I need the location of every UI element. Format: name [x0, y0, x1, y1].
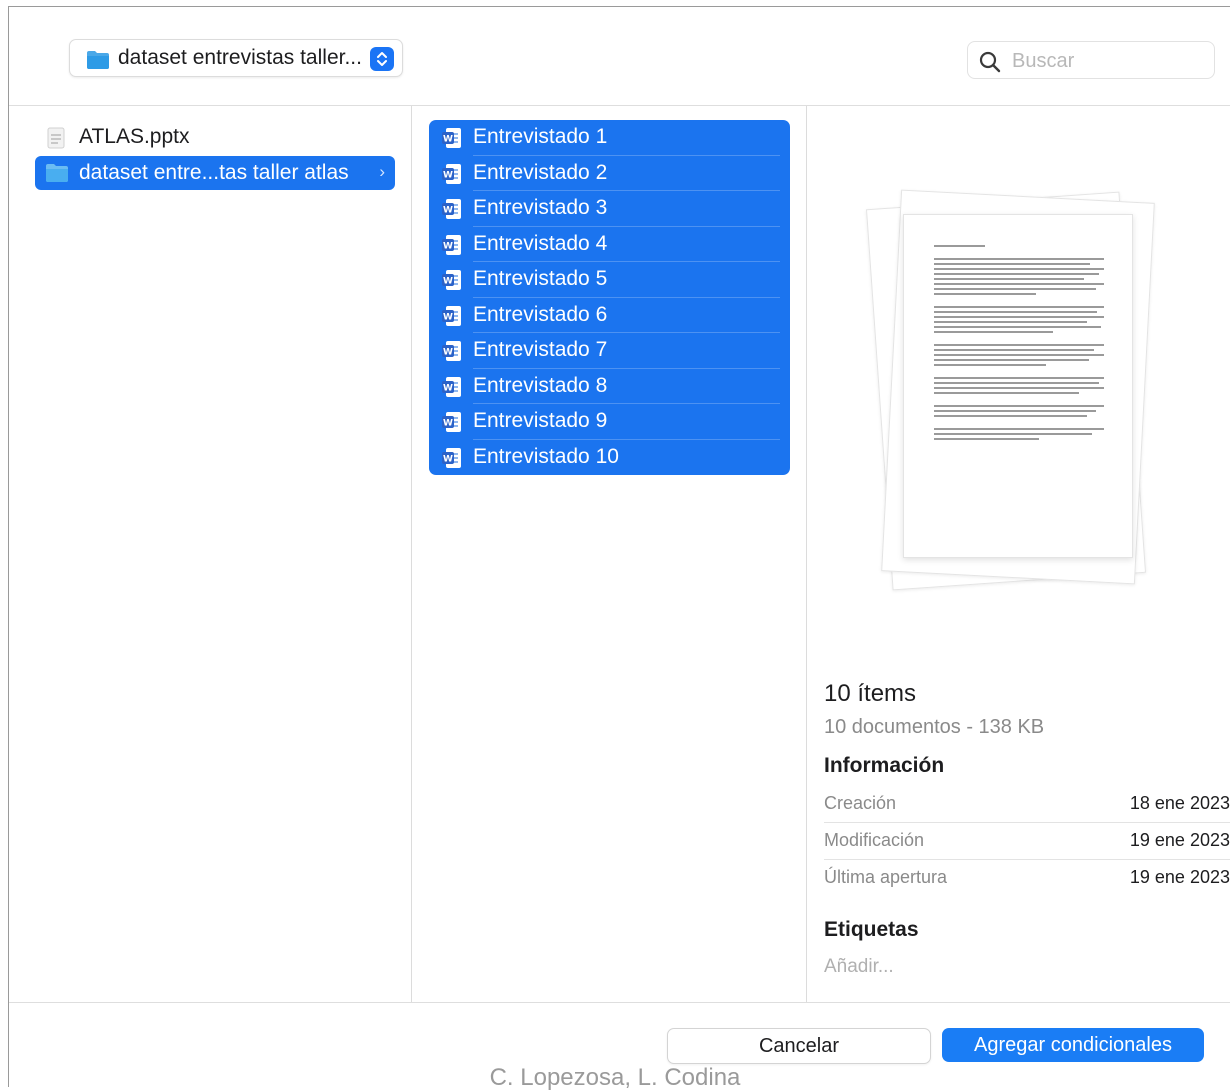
folder-location-label: dataset entrevistas taller... [118, 46, 362, 69]
file-row-label: Entrevistado 8 [473, 373, 608, 397]
svg-text:W: W [443, 135, 453, 145]
svg-text:W: W [443, 419, 453, 429]
file-row-label: Entrevistado 7 [473, 338, 608, 361]
word-doc-icon: W [441, 269, 463, 296]
preview-page-front [903, 214, 1133, 558]
file-row[interactable]: W Entrevistado 10 [429, 440, 790, 476]
info-heading: Información [824, 754, 945, 777]
list-item-label: dataset entre...tas taller atlas [79, 161, 349, 184]
file-row-label: Entrevistado 4 [473, 231, 608, 255]
search-icon [978, 50, 1002, 79]
file-row-label: Entrevistado 5 [473, 267, 608, 290]
file-row[interactable]: W Entrevistado 6 [429, 298, 790, 333]
file-row[interactable]: W Entrevistado 7 [429, 333, 790, 369]
svg-text:W: W [443, 312, 453, 322]
file-row-label: Entrevistado 1 [473, 125, 608, 148]
meta-key: Modificación [824, 830, 925, 850]
list-item-label: ATLAS.pptx [79, 125, 190, 148]
tags-heading: Etiquetas [824, 918, 919, 941]
files-column: W Entrevistado 1 W Entrevistado 2 W Entrevist… [412, 106, 807, 1002]
list-item-dataset-folder[interactable]: dataset entre...tas taller atlas › [35, 156, 395, 190]
meta-row-last-opened: Última apertura 19 ene 2023 [824, 860, 1230, 897]
file-row[interactable]: W Entrevistado 5 [429, 262, 790, 298]
word-doc-icon: W [441, 447, 463, 474]
file-row[interactable]: W Entrevistado 4 [429, 227, 790, 262]
folder-location-popup[interactable]: dataset entrevistas taller... [69, 39, 403, 77]
file-open-dialog: dataset entrevistas taller... Buscar ATL… [8, 6, 1230, 1087]
word-doc-icon: W [441, 234, 463, 261]
selected-files-group: W Entrevistado 1 W Entrevistado 2 W Entrevist… [429, 120, 790, 475]
folder-icon [86, 50, 110, 75]
meta-value: 18 ene 2023 [1129, 793, 1230, 813]
chevron-up-down-icon[interactable] [370, 47, 394, 71]
file-row[interactable]: W Entrevistado 3 [429, 191, 790, 227]
cancel-button[interactable]: Cancelar [667, 1028, 931, 1064]
add-conditionals-button[interactable]: Agregar condicionales [942, 1028, 1204, 1062]
svg-text:W: W [443, 206, 453, 216]
meta-value: 19 ene 2023 [1129, 830, 1230, 850]
svg-text:W: W [443, 383, 453, 393]
selection-summary: 10 documentos - 138 KB [824, 716, 1045, 738]
svg-text:W: W [443, 241, 453, 251]
footer-divider [9, 1002, 1230, 1003]
image-caption: C. Lopezosa, L. Codina [489, 1064, 741, 1091]
meta-key: Creación [824, 793, 897, 813]
list-item-atlas-pptx[interactable]: ATLAS.pptx [35, 120, 395, 154]
sidebar-column: ATLAS.pptx dataset entre...tas taller at… [9, 106, 412, 1002]
chevron-right-icon: › [379, 162, 385, 181]
meta-value: 19 ene 2023 [1129, 867, 1230, 887]
svg-text:W: W [443, 454, 453, 464]
pptx-file-icon [45, 127, 67, 154]
tags-add-field[interactable]: Añadir... [824, 956, 894, 978]
file-row[interactable]: W Entrevistado 8 [429, 369, 790, 404]
svg-text:W: W [443, 348, 453, 358]
word-doc-icon: W [441, 340, 463, 367]
file-row-label: Entrevistado 10 [473, 444, 619, 468]
file-row[interactable]: W Entrevistado 2 [429, 156, 790, 191]
word-doc-icon: W [441, 163, 463, 190]
file-row[interactable]: W Entrevistado 1 [429, 120, 790, 156]
selection-count-title: 10 ítems [824, 680, 917, 707]
svg-text:W: W [443, 170, 453, 180]
search-placeholder: Buscar [1012, 50, 1075, 72]
file-row-label: Entrevistado 6 [473, 302, 608, 326]
word-doc-icon: W [441, 127, 463, 154]
file-row-label: Entrevistado 9 [473, 409, 608, 432]
folder-icon [45, 163, 69, 188]
meta-row-modification: Modificación 19 ene 2023 [824, 823, 1230, 860]
word-doc-icon: W [441, 305, 463, 332]
preview-text-lines [934, 245, 1104, 443]
meta-row-creation: Creación 18 ene 2023 [824, 786, 1230, 823]
word-doc-icon: W [441, 198, 463, 225]
file-row-label: Entrevistado 2 [473, 160, 608, 184]
file-row[interactable]: W Entrevistado 9 [429, 404, 790, 440]
meta-key: Última apertura [824, 867, 948, 887]
word-doc-icon: W [441, 411, 463, 438]
search-field[interactable]: Buscar [967, 41, 1215, 79]
svg-text:W: W [443, 277, 453, 287]
word-doc-icon: W [441, 376, 463, 403]
file-row-label: Entrevistado 3 [473, 196, 608, 219]
preview-pane: 10 ítems 10 documentos - 138 KB Informac… [807, 106, 1230, 1002]
document-stack-preview [865, 184, 1189, 594]
